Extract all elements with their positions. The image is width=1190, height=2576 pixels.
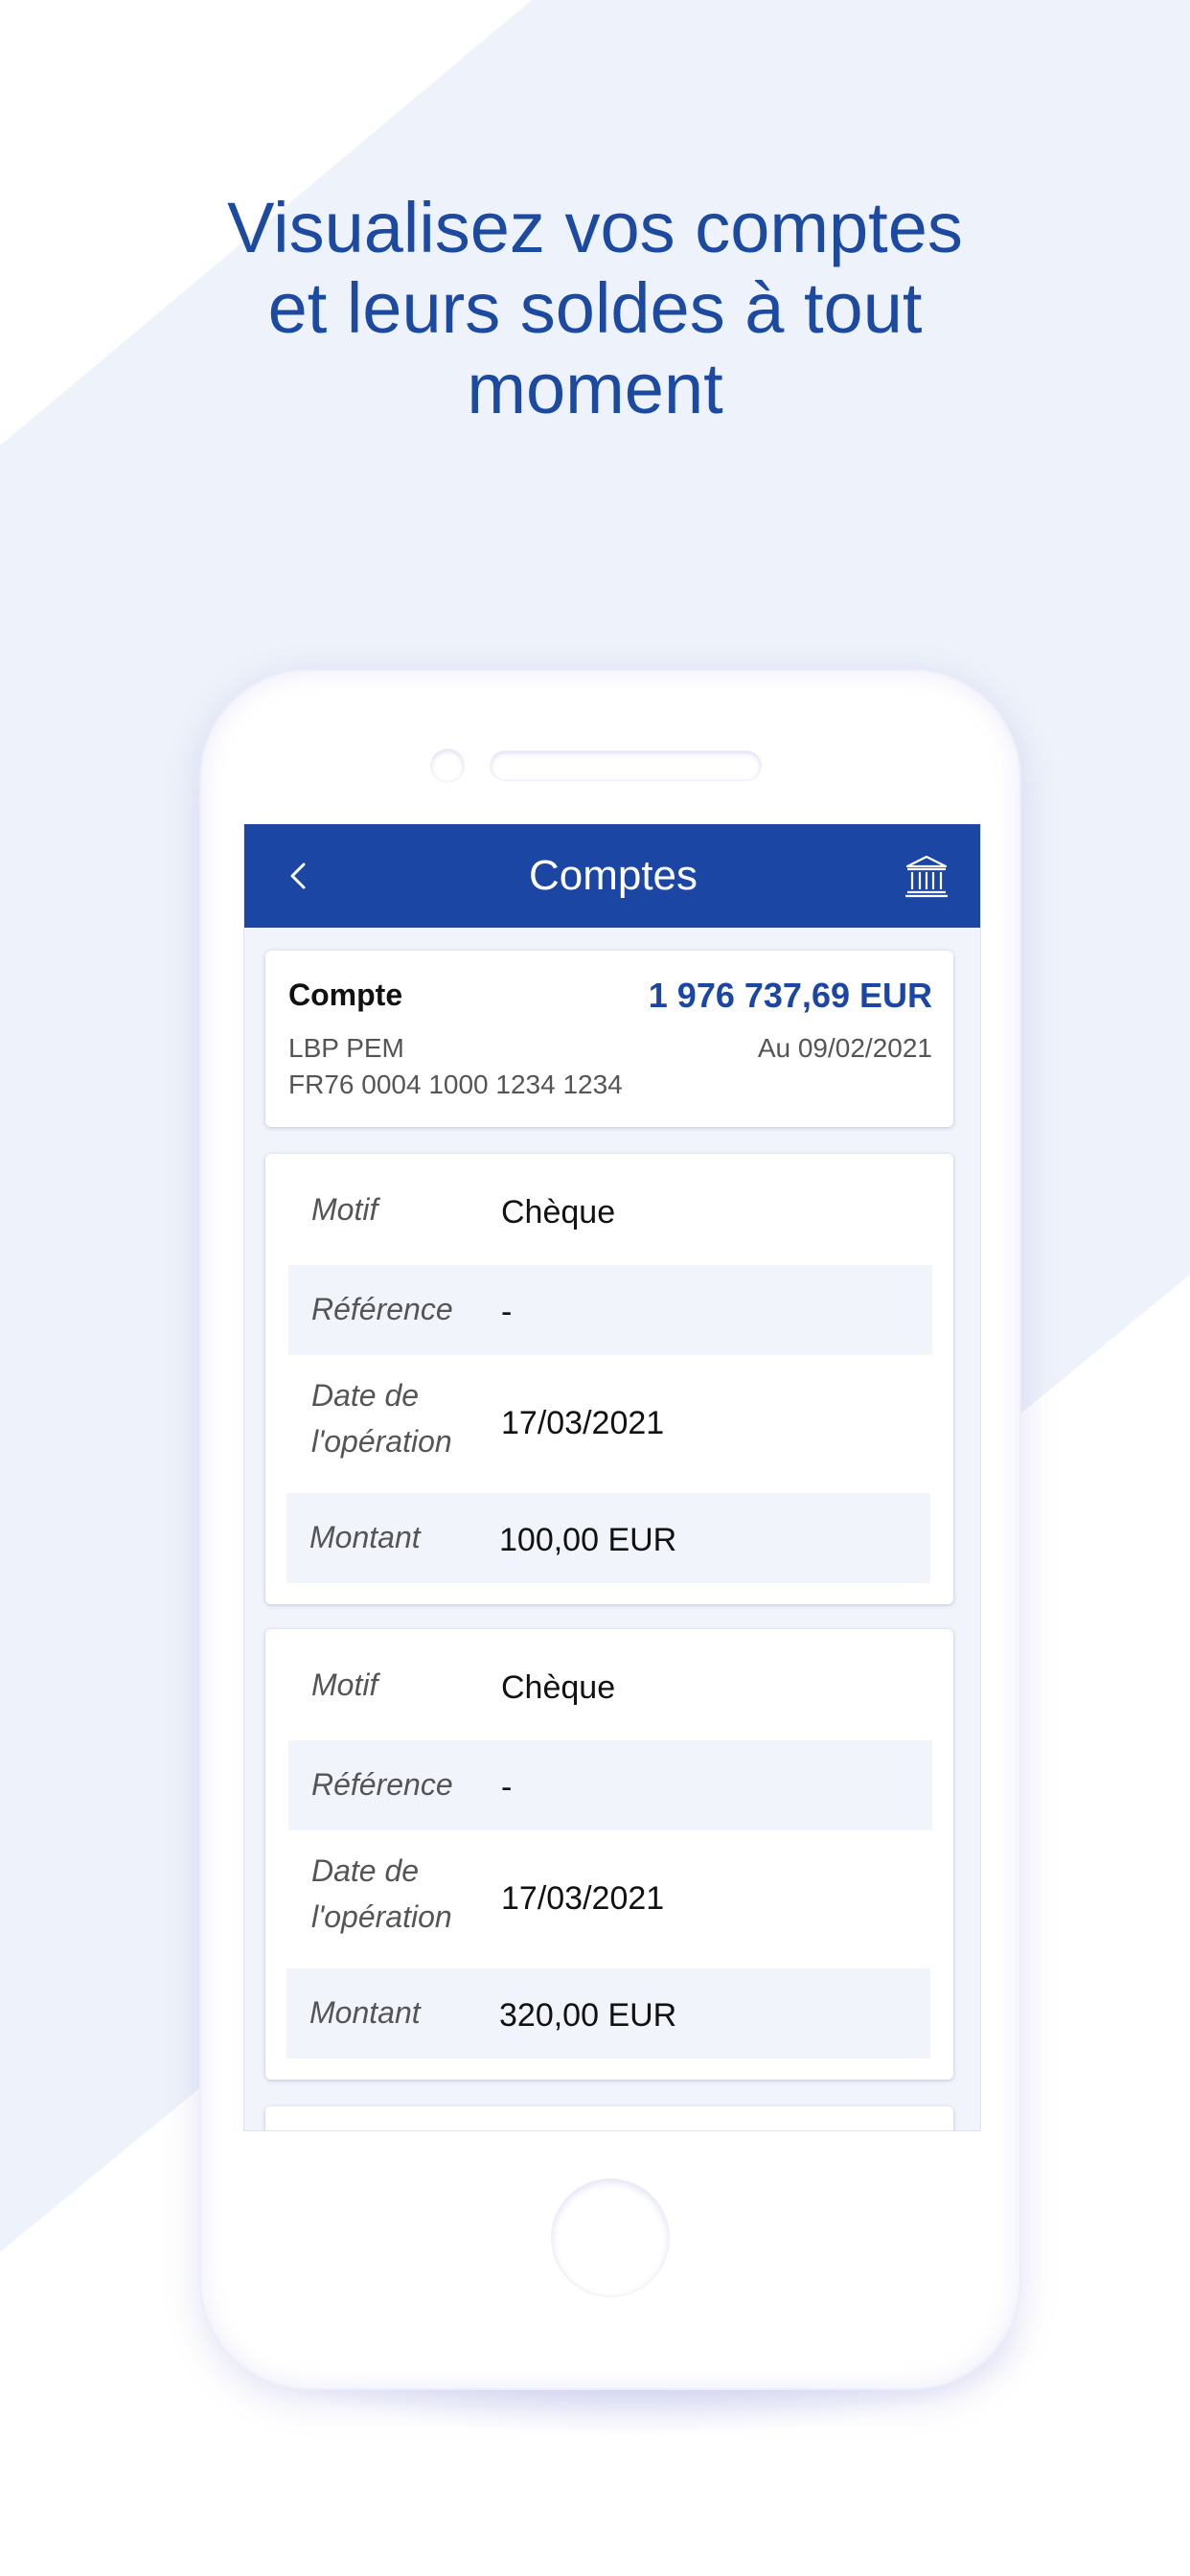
operation-row-motif: Motif Chèque [288, 1154, 932, 1261]
motif-value: Chèque [501, 1194, 616, 1230]
account-name: LBP PEM [288, 1033, 404, 1063]
operation-row-motif: Motif Chèque [288, 1629, 932, 1736]
amount-value: 100,00 EUR [499, 1522, 677, 1558]
account-balance-date: Au 09/02/2021 [757, 1033, 932, 1063]
app-navbar: Comptes [244, 824, 980, 928]
reference-label: Référence [311, 1767, 453, 1802]
phone-home-button [552, 2179, 669, 2296]
phone-camera [431, 749, 464, 782]
reference-value: - [501, 1769, 513, 1806]
date-label-line-1: Date de [311, 1378, 420, 1413]
account-summary-card[interactable]: Compte 1 976 737,69 EUR LBP PEM Au 09/02… [265, 951, 953, 1127]
operation-row-reference: Référence - [288, 1265, 932, 1355]
motif-label: Motif [311, 1192, 378, 1227]
account-label: Compte [288, 978, 403, 1012]
amount-label: Montant [309, 1995, 421, 2030]
amount-label: Montant [309, 1520, 421, 1554]
reference-label: Référence [311, 1292, 453, 1326]
headline-line-2: et leurs soldes à tout [267, 268, 923, 348]
phone-speaker [491, 751, 761, 780]
promo-headline: Visualisez vos comptes et leurs soldes à… [0, 188, 1190, 429]
operation-row-date: Date de l'opération 17/03/2021 [288, 1355, 932, 1489]
headline-line-1: Visualisez vos comptes [227, 188, 963, 267]
date-label-line-1: Date de [311, 1853, 420, 1888]
motif-value: Chèque [501, 1669, 616, 1706]
account-balance: 1 976 737,69 EUR [648, 976, 932, 1015]
operation-row-date: Date de l'opération 17/03/2021 [288, 1830, 932, 1965]
operation-card-partial[interactable] [265, 2106, 953, 2130]
operation-row-reference: Référence - [288, 1740, 932, 1830]
bank-button[interactable] [904, 853, 950, 899]
operation-row-amount: Montant 320,00 EUR [286, 1968, 930, 2058]
operation-card[interactable]: Motif Chèque Référence - Date de l'opéra… [265, 1629, 953, 2080]
date-label-line-2: l'opération [311, 1424, 452, 1459]
app-screen: Comptes Compte 1 976 737,69 EUR LBP PEM … [243, 824, 981, 2131]
reference-value: - [501, 1294, 513, 1330]
page-title: Comptes [528, 852, 698, 899]
date-value: 17/03/2021 [501, 1880, 665, 1917]
headline-line-3: moment [467, 349, 723, 428]
account-iban: FR76 0004 1000 1234 1234 [288, 1070, 623, 1099]
operation-row-amount: Montant 100,00 EUR [286, 1493, 930, 1583]
operation-card[interactable]: Motif Chèque Référence - Date de l'opéra… [265, 1154, 953, 1604]
bank-building-icon [905, 855, 948, 898]
motif-label: Motif [311, 1668, 378, 1702]
date-value: 17/03/2021 [501, 1405, 665, 1441]
amount-value: 320,00 EUR [499, 1997, 677, 2034]
date-label-line-2: l'opération [311, 1899, 452, 1934]
